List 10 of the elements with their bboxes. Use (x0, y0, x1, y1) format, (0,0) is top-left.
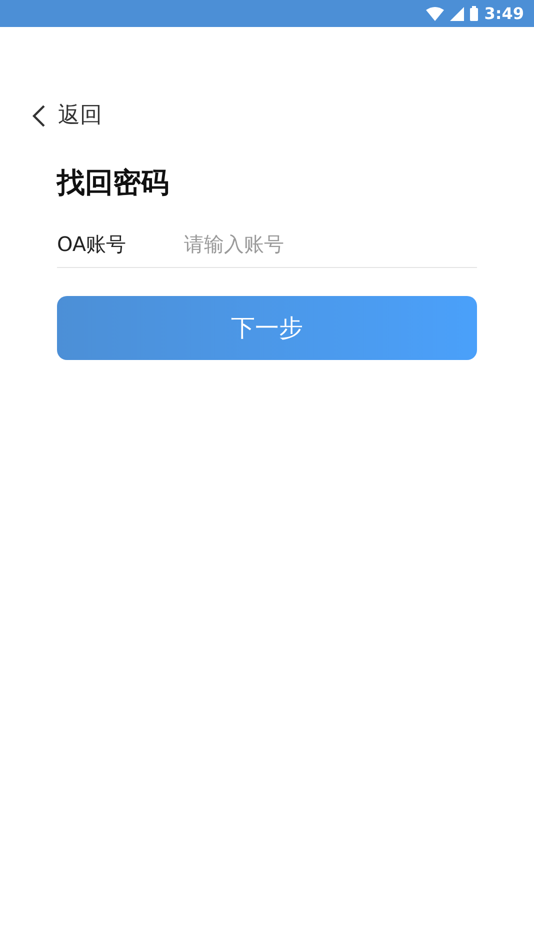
back-button[interactable]: 返回 (32, 99, 102, 132)
battery-icon (470, 6, 478, 21)
account-input[interactable]: 请输入账号 (184, 228, 477, 258)
account-field[interactable]: OA账号 请输入账号 (57, 220, 477, 268)
back-chevron-icon (32, 104, 46, 128)
page-title: 找回密码 (57, 165, 169, 201)
signal-icon (450, 6, 464, 20)
wifi-icon (426, 6, 444, 20)
clock-time: 3:49 (484, 2, 524, 24)
field-label: OA账号 (57, 230, 128, 258)
